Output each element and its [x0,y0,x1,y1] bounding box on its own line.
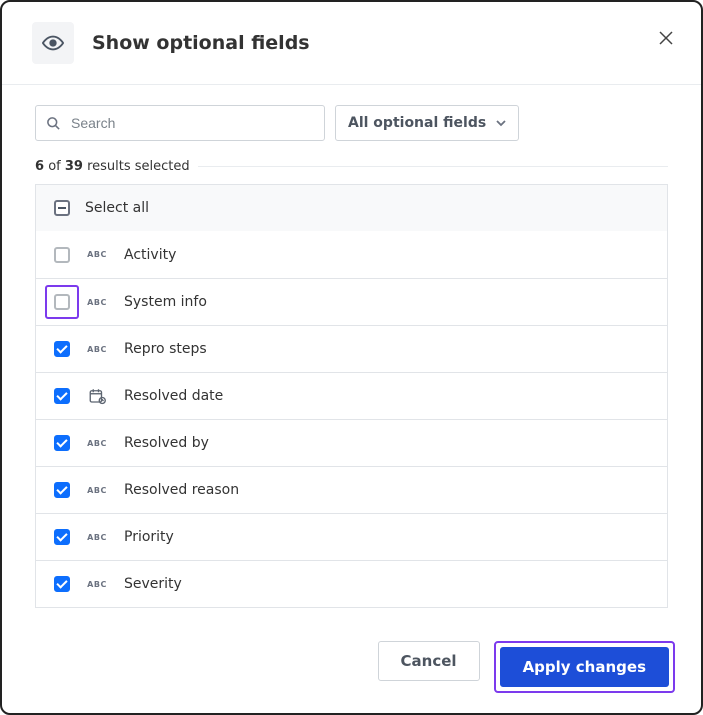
field-row: ABC System info [36,278,667,325]
optional-fields-modal: Show optional fields All optional fields… [0,0,703,715]
field-checkbox[interactable] [54,529,70,545]
field-row: ABC Priority [36,513,667,560]
close-button[interactable] [659,30,673,49]
filter-dropdown-label: All optional fields [348,115,486,131]
search-input-wrapper[interactable] [35,105,325,141]
text-icon: ABC [85,533,109,542]
text-icon: ABC [85,486,109,495]
select-all-label: Select all [85,200,149,216]
apply-button-highlight: Apply changes [494,641,675,693]
total-count: 39 [65,159,83,174]
text-icon: ABC [85,250,109,259]
search-icon [46,116,61,131]
field-checkbox[interactable] [54,435,70,451]
field-label: Activity [124,247,176,263]
cancel-button[interactable]: Cancel [378,641,480,681]
field-checkbox[interactable] [54,341,70,357]
field-label: Resolved by [124,435,209,451]
filter-row: All optional fields [2,85,701,155]
eye-icon [32,22,74,64]
results-summary: 6 of 39 results selected [2,155,701,184]
results-rule [198,166,668,167]
field-checkbox[interactable] [54,247,70,263]
search-input[interactable] [69,114,314,132]
select-all-row: Select all [36,185,667,231]
selected-count: 6 [35,159,44,174]
fields-table: Select all ABC Activity ABC System info ABC R… [35,184,668,608]
select-all-checkbox[interactable] [54,200,70,216]
field-row: Resolved date [36,372,667,419]
field-label: Resolved date [124,388,223,404]
field-label: System info [124,294,207,310]
close-icon [659,31,673,45]
text-icon: ABC [85,298,109,307]
field-row: ABC Activity [36,231,667,278]
field-row: ABC Resolved reason [36,466,667,513]
field-label: Repro steps [124,341,207,357]
modal-title: Show optional fields [92,32,310,54]
modal-header: Show optional fields [2,2,701,84]
field-row: ABC Repro steps [36,325,667,372]
field-checkbox[interactable] [54,294,70,310]
apply-button[interactable]: Apply changes [500,647,669,687]
modal-footer: Cancel Apply changes [2,621,701,713]
text-icon: ABC [85,439,109,448]
field-row: ABC Resolved by [36,419,667,466]
field-checkbox[interactable] [54,576,70,592]
chevron-down-icon [496,118,506,128]
date-icon [88,387,106,405]
text-icon: ABC [85,345,109,354]
field-checkbox[interactable] [54,388,70,404]
field-checkbox[interactable] [54,482,70,498]
field-label: Priority [124,529,174,545]
field-label: Resolved reason [124,482,239,498]
text-icon: ABC [85,580,109,589]
field-label: Severity [124,576,182,592]
filter-dropdown[interactable]: All optional fields [335,105,519,141]
field-row: ABC Severity [36,560,667,607]
